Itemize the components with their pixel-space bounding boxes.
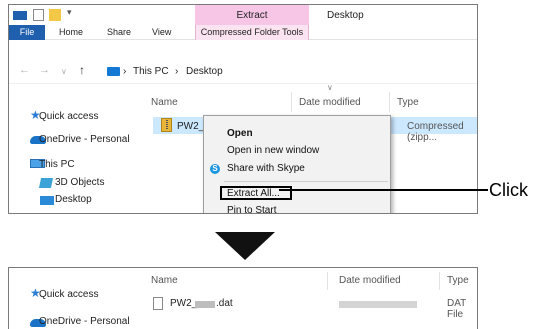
breadcrumb-desktop[interactable]: Desktop (186, 66, 223, 77)
nav-desktop[interactable]: Desktop (55, 194, 92, 205)
column-name[interactable]: Name (151, 275, 178, 286)
menu-item-open-new-window[interactable]: Open in new window (227, 145, 319, 156)
column-type[interactable]: Type (447, 275, 469, 286)
column-divider[interactable] (439, 272, 440, 290)
column-divider[interactable] (389, 92, 390, 112)
sort-chevron-icon: ^ (237, 267, 241, 273)
tab-compressed-folder-tools[interactable]: Compressed Folder Tools (195, 25, 309, 40)
nav-quick-access[interactable]: Quick access (39, 111, 98, 122)
nav-quick-access[interactable]: Quick access (39, 289, 98, 300)
extract-context-header: Extract (195, 5, 309, 25)
desktop-folder-icon (40, 196, 54, 205)
menu-separator (224, 181, 388, 182)
breadcrumb-separator: › (123, 66, 127, 77)
dat-file-icon (153, 297, 163, 310)
window-title: Desktop (327, 10, 364, 21)
file-name[interactable]: PW2_ (177, 121, 204, 132)
down-arrow-icon (215, 232, 275, 260)
back-arrow-icon[interactable]: ← (19, 64, 30, 76)
column-date-modified[interactable]: Date modified (339, 275, 401, 286)
tab-share[interactable]: Share (107, 25, 131, 40)
sort-chevron-icon: ∨ (327, 83, 333, 92)
nav-3d-objects[interactable]: 3D Objects (55, 177, 104, 188)
redacted-date (339, 301, 417, 308)
column-name[interactable]: Name (151, 97, 178, 108)
column-divider[interactable] (291, 92, 292, 112)
tab-home[interactable]: Home (59, 25, 83, 40)
nav-onedrive[interactable]: OneDrive - Personal (39, 316, 130, 327)
tab-view[interactable]: View (152, 25, 171, 40)
forward-arrow-icon[interactable]: → (39, 64, 50, 76)
3d-objects-icon (38, 178, 54, 188)
menu-item-extract-all[interactable]: Extract All... (227, 188, 280, 199)
column-type[interactable]: Type (397, 97, 419, 108)
address-bar[interactable]: ← → ∨ ↑ › This PC › Desktop (9, 60, 477, 84)
column-date-modified[interactable]: Date modified (299, 97, 361, 108)
redacted-name-part (195, 301, 215, 308)
menu-item-open[interactable]: Open (227, 128, 253, 139)
explorer-window-after: ^ Name Date modified Type ★ Quick access… (8, 267, 478, 329)
ribbon-tabs: File Home Share View Compressed Folder T… (9, 25, 477, 40)
customize-toolbar-icon[interactable]: ▾ (67, 7, 72, 19)
menu-item-pin-to-start[interactable]: Pin to Start (227, 205, 276, 213)
nav-this-pc[interactable]: This PC (39, 159, 75, 170)
zip-folder-icon (161, 118, 172, 132)
file-type: DAT File (447, 298, 467, 320)
callout-label: Click (489, 180, 528, 200)
properties-icon[interactable] (33, 9, 44, 21)
menu-item-share-skype[interactable]: Share with Skype (227, 163, 305, 174)
context-menu: Open Open in new window S Share with Sky… (203, 115, 391, 213)
recent-chevron-icon[interactable]: ∨ (61, 67, 67, 76)
new-folder-icon[interactable] (49, 9, 61, 21)
file-name-suffix[interactable]: .dat (216, 298, 233, 309)
window-icon (13, 11, 27, 20)
file-name-prefix[interactable]: PW2_ (170, 298, 197, 309)
up-arrow-icon[interactable]: ↑ (79, 63, 85, 77)
file-type: Compressed (zipp... (407, 121, 464, 143)
nav-onedrive[interactable]: OneDrive - Personal (39, 134, 130, 145)
column-divider[interactable] (327, 272, 328, 290)
breadcrumb-this-pc[interactable]: This PC (133, 66, 169, 77)
tab-file[interactable]: File (9, 25, 45, 40)
explorer-window-before: ▾ Extract Desktop File Home Share View C… (8, 4, 478, 214)
callout-line (279, 189, 488, 191)
this-pc-icon (107, 67, 120, 76)
breadcrumb-separator: › (175, 66, 179, 77)
skype-icon: S (210, 164, 220, 174)
